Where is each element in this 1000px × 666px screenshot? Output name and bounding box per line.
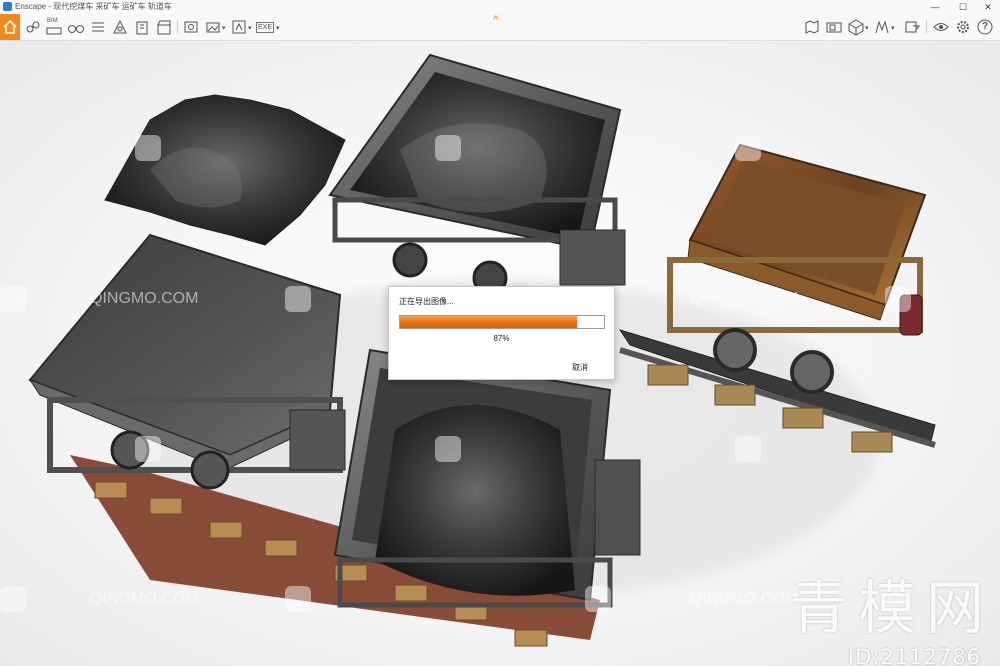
panorama-button[interactable]: [204, 18, 222, 36]
link-button[interactable]: [24, 18, 42, 36]
dialog-title: 正在导出图像...: [399, 297, 454, 306]
enscape-logo-icon: [3, 2, 12, 11]
watermark-logo-icon: [285, 286, 311, 312]
help-label: ?: [982, 21, 989, 32]
collapse-toolbar-button[interactable]: ^: [493, 14, 498, 26]
watermark-logo-icon: [735, 436, 761, 462]
watermark-text: QINGMO.COM: [90, 590, 199, 607]
cancel-button[interactable]: 取消: [572, 362, 588, 373]
export-progress-dialog: 正在导出图像... 87% 取消: [388, 286, 615, 380]
pin-button[interactable]: [111, 18, 129, 36]
building-icon: [136, 21, 148, 35]
watermark-brand: 青模网: [790, 574, 995, 642]
help-button[interactable]: ?: [976, 18, 994, 36]
visual-settings-button[interactable]: [903, 18, 921, 36]
panorama-dropdown-icon[interactable]: ▾: [222, 24, 226, 32]
progress-bar: [399, 315, 605, 329]
eye-icon: [933, 23, 949, 31]
atlas-button[interactable]: [873, 18, 891, 36]
watermark-logo-icon: [135, 135, 161, 161]
settings-icon: [957, 21, 969, 33]
asset-dropdown-icon[interactable]: ▾: [865, 24, 869, 32]
view-mode-button[interactable]: [932, 18, 950, 36]
views-list-button[interactable]: [89, 18, 107, 36]
panorama-icon: [206, 22, 220, 33]
watermark-logo-icon: [735, 135, 761, 161]
building-button[interactable]: [133, 18, 151, 36]
watermark-text: QINGMO.COM: [690, 590, 799, 607]
batch-render-icon: [232, 20, 246, 34]
map-icon: [805, 20, 819, 34]
watermark-logo-icon: [435, 436, 461, 462]
progress-percent-label: 87%: [493, 334, 510, 343]
map-button[interactable]: [803, 18, 821, 36]
pin-icon: [113, 19, 127, 34]
watermark-text: QINGMO.COM: [90, 290, 199, 307]
binoculars-icon: [68, 25, 84, 33]
watermark-id: ID:2112786: [848, 645, 981, 666]
exe-export-button[interactable]: EXE: [256, 18, 278, 36]
atlas-dropdown-icon[interactable]: ▾: [891, 24, 895, 32]
maximize-button[interactable]: ☐: [950, 0, 976, 14]
screenshot-button[interactable]: [182, 18, 200, 36]
watermark-logo-icon: [0, 586, 26, 612]
list-icon: [92, 22, 104, 32]
toolbar-separator: [926, 20, 927, 34]
video-editor-button[interactable]: [825, 18, 843, 36]
batch-render-button[interactable]: [230, 18, 248, 36]
watermark-logo-icon: [135, 436, 161, 462]
title-bar: Enscape - 现代挖煤车 采矿车 运矿车 轨道车 — ☐ ✕: [0, 0, 1000, 15]
watermark-logo-icon: [435, 135, 461, 161]
watermark-logo-icon: [585, 586, 611, 612]
watermark-logo-icon: [885, 286, 911, 312]
clapperboard-button[interactable]: [155, 18, 173, 36]
home-button[interactable]: [0, 14, 20, 40]
batch-dropdown-icon[interactable]: ▾: [248, 24, 252, 32]
bim-label: BIM: [47, 18, 58, 24]
progress-bar-fill: [400, 316, 578, 328]
toolbar-separator: [177, 20, 178, 34]
watermark-text: QINGMO.COM: [690, 290, 799, 307]
home-icon: [3, 19, 17, 34]
exe-export-icon: EXE: [256, 22, 275, 33]
settings-button[interactable]: [954, 18, 972, 36]
video-icon: [826, 22, 842, 33]
visual-settings-icon: [905, 21, 920, 33]
asset-library-button[interactable]: [847, 18, 865, 36]
link-icon: [26, 21, 40, 33]
binoculars-button[interactable]: [67, 18, 85, 36]
close-button[interactable]: ✕: [975, 0, 1000, 14]
window-title: Enscape - 现代挖煤车 采矿车 运矿车 轨道车: [15, 2, 172, 11]
watermark-logo-icon: [285, 586, 311, 612]
bim-button[interactable]: BIM: [45, 18, 63, 36]
toolbar: BIM ▾ ▾ EXE ▾ ▾ ▾ ?: [0, 14, 1000, 41]
atlas-icon: [875, 20, 889, 34]
watermark-logo-icon: [0, 286, 26, 312]
exe-dropdown-icon[interactable]: ▾: [276, 24, 280, 32]
asset-cube-icon: [848, 19, 864, 36]
screenshot-icon: [184, 21, 198, 33]
minimize-button[interactable]: —: [922, 0, 948, 14]
clapperboard-icon: [157, 20, 171, 35]
